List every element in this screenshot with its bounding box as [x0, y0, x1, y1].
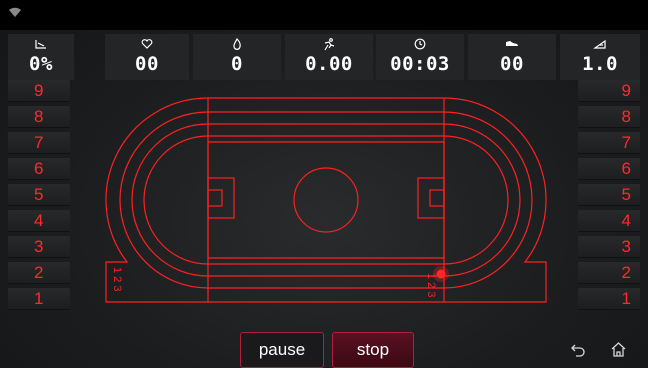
- left-level-1[interactable]: 1: [8, 288, 70, 310]
- lane-labels-left: 1 2 3: [111, 267, 123, 291]
- track-outer-boundary: [105, 97, 547, 303]
- left-level-3[interactable]: 3: [8, 236, 70, 258]
- incline-value: 0%: [29, 53, 53, 75]
- right-level-3[interactable]: 3: [578, 236, 640, 258]
- time-value: 00:03: [390, 53, 450, 75]
- left-level-2[interactable]: 2: [8, 262, 70, 284]
- treadmill-screen: 0% 00 0 0.00 00:03 00 1.0 9 8 7 6 5 4 3 …: [0, 0, 648, 368]
- heart-icon: [141, 39, 153, 49]
- flame-icon: [233, 38, 241, 50]
- steps-value: 00: [500, 53, 524, 75]
- stop-button[interactable]: stop: [332, 332, 414, 368]
- speed-stat: 1.0: [560, 34, 640, 80]
- left-level-5[interactable]: 5: [8, 184, 70, 206]
- pause-button[interactable]: pause: [240, 332, 324, 368]
- right-goal-box: [417, 177, 445, 219]
- incline-icon: [35, 40, 46, 49]
- right-level-2[interactable]: 2: [578, 262, 640, 284]
- center-circle: [293, 167, 359, 233]
- right-level-9[interactable]: 9: [578, 80, 640, 102]
- left-level-7[interactable]: 7: [8, 132, 70, 154]
- status-bar: [0, 0, 648, 30]
- left-level-8[interactable]: 8: [8, 106, 70, 128]
- right-level-5[interactable]: 5: [578, 184, 640, 206]
- calories-stat: 0: [193, 34, 281, 80]
- track-infield: [207, 141, 445, 259]
- track-lane-1: [119, 111, 533, 289]
- home-icon[interactable]: [610, 341, 627, 358]
- heart-rate-stat: 00: [105, 34, 189, 80]
- wifi-icon: [9, 7, 21, 17]
- incline-stat: 0%: [8, 34, 74, 80]
- right-level-column: 9 8 7 6 5 4 3 2 1: [578, 80, 640, 312]
- distance-stat: 0.00: [285, 34, 373, 80]
- right-level-7[interactable]: 7: [578, 132, 640, 154]
- distance-value: 0.00: [305, 53, 353, 75]
- left-level-column: 9 8 7 6 5 4 3 2 1: [8, 80, 70, 312]
- back-icon[interactable]: [570, 342, 586, 358]
- right-level-4[interactable]: 4: [578, 210, 640, 232]
- shoe-icon: [506, 41, 518, 46]
- time-stat: 00:03: [376, 34, 464, 80]
- heart-rate-value: 00: [135, 53, 159, 75]
- right-level-8[interactable]: 8: [578, 106, 640, 128]
- right-level-1[interactable]: 1: [578, 288, 640, 310]
- left-level-9[interactable]: 9: [8, 80, 70, 102]
- stats-bar: 0% 00 0 0.00 00:03 00 1.0: [8, 34, 640, 80]
- clock-icon: [414, 38, 426, 50]
- track-lane-3: [143, 135, 509, 265]
- calories-value: 0: [231, 53, 243, 75]
- running-track-map: 1 2 3 1 2 3: [105, 97, 547, 303]
- left-goal-box: [207, 177, 235, 219]
- left-level-4[interactable]: 4: [8, 210, 70, 232]
- runner-icon: [324, 38, 335, 51]
- left-level-6[interactable]: 6: [8, 158, 70, 180]
- speed-value: 1.0: [582, 53, 618, 75]
- track-lane-2: [131, 123, 521, 277]
- steps-stat: 00: [468, 34, 556, 80]
- speed-icon: [593, 39, 606, 49]
- right-level-6[interactable]: 6: [578, 158, 640, 180]
